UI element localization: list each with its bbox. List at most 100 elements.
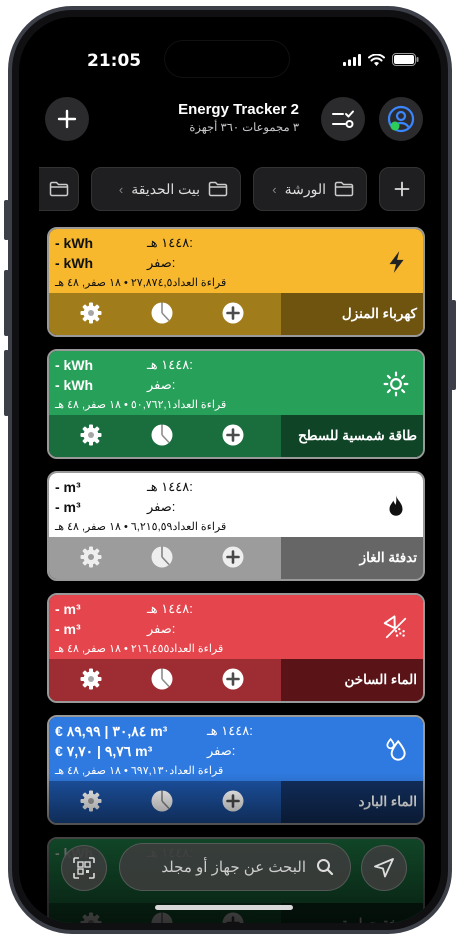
status-time: 21:05 xyxy=(87,51,142,71)
card-device-name: تدفئة الغاز xyxy=(281,537,423,579)
card-meter-reading: قراءة العداد٥٠,٧٦٢,١ • ١٨ صفر, ٤٨ هـ xyxy=(55,399,227,411)
battery-icon xyxy=(392,53,419,66)
chart-pie-icon xyxy=(151,424,173,446)
device-card[interactable]: - kWh ١٤٤٨ هـ: - kWh صفر: قراءة العداد٢٧… xyxy=(47,227,425,337)
home-indicator xyxy=(155,905,293,910)
tab-folder-partial[interactable] xyxy=(39,167,79,211)
folder-icon xyxy=(334,181,354,197)
card-add-reading-button[interactable] xyxy=(221,301,247,327)
plus-circle-icon xyxy=(222,424,244,446)
search-icon xyxy=(317,859,334,876)
search-bar[interactable]: البحث عن جهاز أو مجلد xyxy=(119,843,351,891)
card-label-today: صفر: xyxy=(207,743,236,758)
card-value-today: - m³ xyxy=(55,621,81,637)
plus-circle-icon xyxy=(222,668,244,690)
app-title: Energy Tracker 2 xyxy=(178,101,299,118)
tab-workshop-label: الورشة xyxy=(284,180,326,197)
navigate-button[interactable] xyxy=(361,845,407,891)
card-add-reading-button[interactable] xyxy=(221,545,247,571)
chart-pie-icon xyxy=(151,302,173,324)
card-summary[interactable]: - kWh ١٤٤٨ هـ: - kWh صفر: قراءة العداد٥٠… xyxy=(49,351,423,417)
bolt-icon xyxy=(389,251,404,273)
folder-icon xyxy=(208,181,228,197)
device-card[interactable]: - kWh ١٤٤٨ هـ: - kWh صفر: قراءة العداد٥٠… xyxy=(47,349,425,459)
card-device-name: كهرباء المنزل xyxy=(281,293,423,335)
card-actions: كهرباء المنزل xyxy=(49,293,423,335)
app-subtitle: ٣ مجموعات ٣٦٠ أجهزة xyxy=(189,122,299,134)
qr-scan-button[interactable] xyxy=(61,845,107,891)
card-label-period: ١٤٤٨ هـ: xyxy=(147,601,193,616)
phone-frame: 21:05 Energy Tracker 2 ٣ مجموعات ٣٦٠ أجه… xyxy=(8,6,452,934)
wifi-icon xyxy=(368,53,385,66)
gear-icon xyxy=(80,668,102,690)
card-value-period: - kWh xyxy=(55,357,94,373)
card-meter-reading: قراءة العداد٢٧,٨٧٤,٥ • ١٨ صفر, ٤٨ هـ xyxy=(55,277,227,289)
plus-circle-icon xyxy=(222,302,244,324)
card-device-name: طاقة شمسية للسطح xyxy=(281,415,423,457)
chart-pie-icon xyxy=(151,668,173,690)
card-value-period: - m³ xyxy=(55,479,81,495)
card-settings-button[interactable] xyxy=(79,423,105,449)
search-placeholder: البحث عن جهاز أو مجلد xyxy=(161,859,306,876)
tab-garden-house-label: بيت الحديقة xyxy=(131,180,200,197)
status-icons xyxy=(343,53,419,66)
flame-icon xyxy=(389,495,403,516)
card-value-period: - m³ xyxy=(55,601,81,617)
screen: 21:05 Energy Tracker 2 ٣ مجموعات ٣٦٠ أجه… xyxy=(19,17,441,923)
card-actions: الماء الساخن xyxy=(49,659,423,701)
chevron-left-icon: ‹ xyxy=(272,181,277,197)
tab-garden-house[interactable]: ‹ بيت الحديقة xyxy=(91,167,241,211)
device-card[interactable]: - m³ ١٤٤٨ هـ: - m³ صفر: قراءة العداد٦,٢١… xyxy=(47,471,425,581)
sliders-check-icon xyxy=(332,110,354,128)
header-title-block: Energy Tracker 2 ٣ مجموعات ٣٦٠ أجهزة xyxy=(129,101,299,134)
card-stats-button[interactable] xyxy=(150,423,176,449)
gear-icon xyxy=(80,546,102,568)
card-value-today: - m³ xyxy=(55,499,81,515)
account-icon xyxy=(387,105,415,133)
card-summary[interactable]: - kWh ١٤٤٨ هـ: - kWh صفر: قراءة العداد٢٧… xyxy=(49,229,423,295)
phone-bezel: 21:05 Energy Tracker 2 ٣ مجموعات ٣٦٠ أجه… xyxy=(12,10,448,930)
card-label-period: ١٤٤٨ هـ: xyxy=(207,723,253,738)
card-label-today: صفر: xyxy=(147,255,176,270)
card-stats-button[interactable] xyxy=(150,545,176,571)
card-add-reading-button[interactable] xyxy=(221,423,247,449)
card-summary[interactable]: - m³ ١٤٤٨ هـ: - m³ صفر: قراءة العداد٢١٦,… xyxy=(49,595,423,661)
card-settings-button[interactable] xyxy=(79,301,105,327)
card-label-today: صفر: xyxy=(147,621,176,636)
card-label-today: صفر: xyxy=(147,499,176,514)
plus-icon xyxy=(394,181,410,197)
card-actions: طاقة شمسية للسطح xyxy=(49,415,423,457)
device-card[interactable]: - m³ ١٤٤٨ هـ: - m³ صفر: قراءة العداد٢١٦,… xyxy=(47,593,425,703)
card-value-period: - kWh xyxy=(55,235,94,251)
account-button[interactable] xyxy=(379,97,423,141)
card-stats-button[interactable] xyxy=(150,301,176,327)
cellular-signal-icon xyxy=(343,53,361,66)
qr-code-icon xyxy=(73,857,95,879)
card-add-reading-button[interactable] xyxy=(221,667,247,693)
card-actions: تدفئة الغاز xyxy=(49,537,423,579)
folder-icon xyxy=(49,181,68,197)
chart-pie-icon xyxy=(151,546,173,568)
gear-icon xyxy=(80,302,102,324)
shower-icon xyxy=(383,615,407,639)
drops-icon xyxy=(386,737,406,761)
gear-icon xyxy=(80,424,102,446)
add-button[interactable] xyxy=(45,97,89,141)
card-meter-reading: قراءة العداد٦,٢١٥,٥٩ • ١٨ صفر, ٤٨ هـ xyxy=(55,521,227,533)
add-group-button[interactable] xyxy=(379,167,425,211)
card-settings-button[interactable] xyxy=(79,667,105,693)
card-stats-button[interactable] xyxy=(150,667,176,693)
sun-icon xyxy=(383,371,409,397)
card-settings-button[interactable] xyxy=(79,545,105,571)
card-value-today: € ٩,٧٦ | ٧,٧٠ m³ xyxy=(55,743,153,759)
card-value-today: - kWh xyxy=(55,377,94,393)
filter-settings-button[interactable] xyxy=(321,97,365,141)
card-summary[interactable]: - m³ ١٤٤٨ هـ: - m³ صفر: قراءة العداد٦,٢١… xyxy=(49,473,423,539)
tab-workshop[interactable]: ‹ الورشة xyxy=(253,167,367,211)
card-label-today: صفر: xyxy=(147,377,176,392)
card-meter-reading: قراءة العداد٢١٦,٤٥٥ • ١٨ صفر, ٤٨ هـ xyxy=(55,643,224,655)
plus-circle-icon xyxy=(222,546,244,568)
location-arrow-icon xyxy=(374,858,394,878)
card-label-period: ١٤٤٨ هـ: xyxy=(147,235,193,250)
card-label-period: ١٤٤٨ هـ: xyxy=(147,479,193,494)
